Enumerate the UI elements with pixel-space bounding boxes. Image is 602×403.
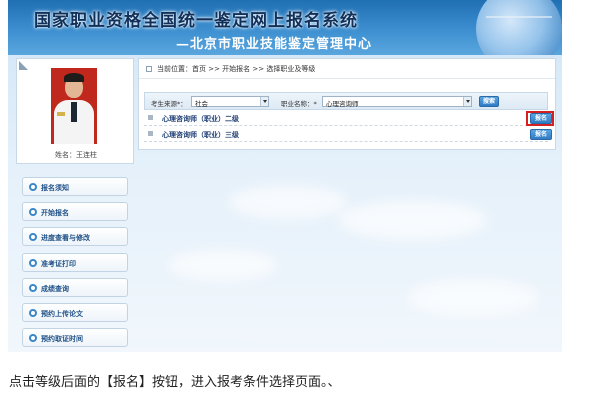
page: 国家职业资格全国统一鉴定网上报名系统 —北京市职业技能鉴定管理中心 姓名：王连柱…: [0, 0, 602, 403]
job-name: 心理咨询师（职业）二级: [162, 115, 239, 123]
nav-item-label: 成绩查询: [41, 285, 69, 293]
nav-item-label: 准考证打印: [41, 260, 76, 268]
avatar-hair: [64, 73, 84, 82]
circle-bullet-icon: [29, 334, 37, 342]
list-item: 心理咨询师（职业）三级 报名: [144, 127, 552, 142]
nav-item-upload-thesis[interactable]: 预约上传论文: [22, 303, 128, 322]
nav-item-label: 进度查看与修改: [41, 234, 90, 242]
cloud-decoration: [168, 250, 278, 280]
nav-item-score-query[interactable]: 成绩查询: [22, 278, 128, 297]
breadcrumb: 当前位置：首页 >> 开始报名 >> 选择职业及等级: [139, 59, 555, 79]
nav-item-admission-ticket[interactable]: 准考证打印: [22, 253, 128, 272]
nav-item-label: 报名须知: [41, 184, 69, 192]
search-button[interactable]: 搜索: [479, 96, 499, 107]
chevron-down-icon: [260, 97, 268, 106]
screenshot: 国家职业资格全国统一鉴定网上报名系统 —北京市职业技能鉴定管理中心 姓名：王连柱…: [8, 0, 562, 352]
globe-icon: [476, 0, 562, 55]
main-panel: 当前位置：首页 >> 开始报名 >> 选择职业及等级 考生来源*： 社会 职业名…: [138, 58, 556, 150]
nav-item-certificate-time[interactable]: 预约取证时间: [22, 328, 128, 347]
filter-bar: 考生来源*： 社会 职业名称：* 心理咨询师 搜索: [144, 92, 548, 110]
nav-item-start-registration[interactable]: 开始报名: [22, 202, 128, 221]
occupation-select[interactable]: 心理咨询师: [322, 96, 472, 108]
source-select-value: 社会: [195, 100, 208, 108]
occupation-label: 职业名称：*: [281, 100, 317, 108]
circle-bullet-icon: [29, 284, 37, 292]
corner-icon: [19, 61, 28, 70]
header-banner: 国家职业资格全国统一鉴定网上报名系统 —北京市职业技能鉴定管理中心: [8, 0, 562, 55]
nav-item-label: 预约上传论文: [41, 310, 83, 318]
source-label: 考生来源*：: [151, 100, 187, 108]
nav-item-progress[interactable]: 进度查看与修改: [22, 227, 128, 246]
square-bullet-icon: [148, 115, 153, 120]
circle-bullet-icon: [29, 183, 37, 191]
profile-name: 姓名：王连柱: [55, 151, 97, 159]
avatar-tie: [71, 102, 77, 122]
occupation-select-value: 心理咨询师: [326, 100, 359, 108]
profile-card: 姓名：王连柱: [16, 58, 134, 164]
cloud-decoration: [228, 185, 348, 219]
system-subtitle: —北京市职业技能鉴定管理中心: [176, 37, 373, 52]
circle-bullet-icon: [29, 233, 37, 241]
avatar-badge: [57, 112, 65, 116]
job-name: 心理咨询师（职业）三级: [162, 131, 239, 139]
caption-text: 点击等级后面的【报名】按钮，进入报考条件选择页面。、: [9, 375, 341, 390]
register-button[interactable]: 报名: [530, 129, 552, 140]
chevron-down-icon: [463, 97, 471, 106]
cloud-decoration: [338, 200, 488, 240]
list-item: 心理咨询师（职业）二级 报名: [144, 111, 552, 126]
square-bullet-icon: [148, 131, 153, 136]
avatar: [51, 68, 97, 144]
circle-bullet-icon: [29, 309, 37, 317]
circle-bullet-icon: [29, 208, 37, 216]
source-select[interactable]: 社会: [191, 96, 269, 108]
circle-bullet-icon: [29, 259, 37, 267]
nav-item-label: 开始报名: [41, 209, 69, 217]
nav-item-label: 预约取证时间: [41, 335, 83, 343]
highlight-box: [526, 111, 554, 126]
system-title: 国家职业资格全国统一鉴定网上报名系统: [34, 11, 358, 31]
cloud-decoration: [408, 280, 538, 316]
nav-item-registration-notice[interactable]: 报名须知: [22, 177, 128, 196]
square-icon: [146, 66, 152, 72]
breadcrumb-text: 当前位置：首页 >> 开始报名 >> 选择职业及等级: [157, 65, 316, 73]
